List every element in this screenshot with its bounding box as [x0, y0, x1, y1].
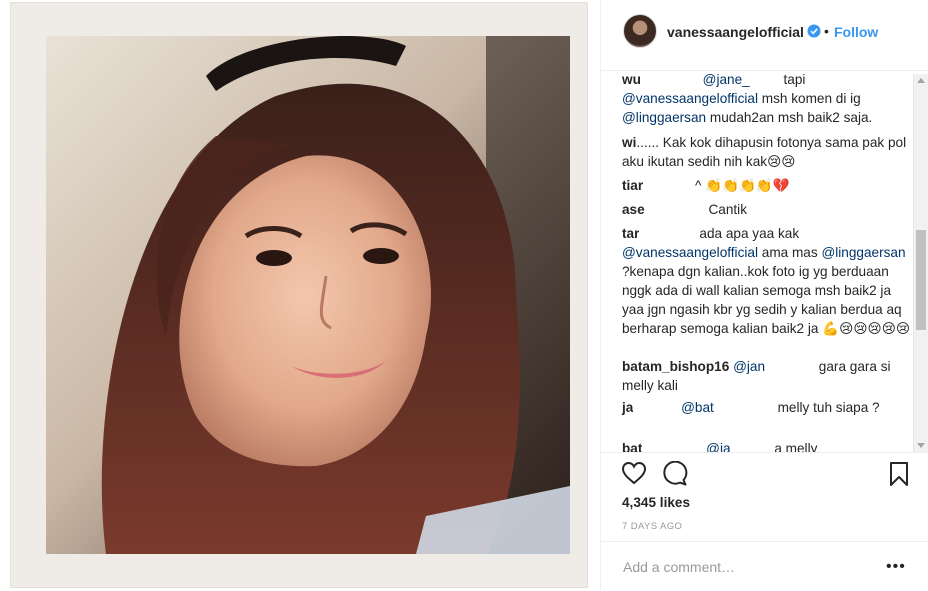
post-photo[interactable]: [46, 36, 570, 554]
post-sidebar: vanessaangelofficial • Follow wu @jane_ …: [601, 0, 928, 590]
comment-item: wu @jane_ tapi @vanessaangelofficial msh…: [622, 71, 912, 127]
comment-text: msh komen di ig: [757, 91, 861, 106]
comment-mention[interactable]: @ja: [706, 441, 730, 452]
comment-text: tapi: [779, 72, 806, 87]
comment-username[interactable]: ja: [622, 400, 633, 415]
comment-item: wi...... Kak kok dihapusin fotonya sama …: [622, 133, 912, 171]
post-timestamp[interactable]: 7 DAYS AGO: [622, 521, 682, 532]
comment-username[interactable]: bat: [622, 441, 642, 452]
avatar[interactable]: [623, 14, 657, 48]
comment-item: tiar ^ 👏👏👏👏💔: [622, 176, 912, 195]
comment-mention[interactable]: @linggaersan: [622, 110, 706, 125]
comments-scrollbar[interactable]: [913, 74, 928, 452]
scroll-down-arrow-icon[interactable]: [917, 443, 925, 448]
comment-item: batam_bishop16 @jan gara gara si melly k…: [622, 357, 912, 395]
scrollbar-thumb[interactable]: [916, 230, 926, 330]
post-actions: 4,345 likes 7 DAYS AGO: [601, 452, 928, 543]
follow-button[interactable]: Follow: [834, 24, 878, 40]
comment-text: a melly: [770, 441, 818, 452]
post-header: vanessaangelofficial • Follow: [601, 0, 928, 71]
comment-username[interactable]: ase: [622, 202, 645, 217]
polaroid-frame: [10, 2, 588, 588]
heart-icon[interactable]: [621, 461, 647, 485]
media-pane: [0, 0, 601, 590]
post-username[interactable]: vanessaangelofficial: [667, 24, 804, 40]
verified-badge-icon: [807, 24, 821, 38]
comment-mention[interactable]: @linggaersan: [821, 245, 905, 260]
comments-list[interactable]: wu @jane_ tapi @vanessaangelofficial msh…: [601, 71, 928, 452]
comment-mention[interactable]: @jan: [733, 359, 765, 374]
comment-mention[interactable]: @vanessaangelofficial: [622, 91, 758, 106]
comment-text: mudah2an msh baik2 saja.: [706, 110, 873, 125]
separator-dot: •: [824, 23, 829, 39]
comment-mention[interactable]: @bat: [681, 400, 714, 415]
comment-text: ?kenapa dgn kalian..kok foto ig yg berdu…: [622, 264, 911, 336]
scroll-up-arrow-icon[interactable]: [917, 78, 925, 83]
comment-icon[interactable]: [662, 461, 688, 486]
comment-text: ^ 👏👏👏👏💔: [694, 178, 790, 193]
likes-count[interactable]: 4,345 likes: [622, 495, 690, 510]
more-options-icon[interactable]: •••: [886, 558, 906, 576]
comment-text: ada apa yaa kak: [699, 226, 800, 241]
add-comment-bar: •••: [601, 541, 928, 591]
bookmark-icon[interactable]: [889, 461, 909, 487]
comment-mention[interactable]: @vanessaangelofficial: [622, 245, 758, 260]
comment-text: ...... Kak kok dihapusin fotonya sama pa…: [622, 135, 907, 169]
comment-username[interactable]: tiar: [622, 178, 643, 193]
comment-item: bat @ja a melly: [622, 439, 912, 452]
comment-username[interactable]: wi: [622, 135, 636, 150]
selfie-image: [46, 36, 570, 554]
comment-text: melly tuh siapa ?: [773, 400, 880, 415]
add-comment-input[interactable]: [621, 556, 875, 578]
comment-username[interactable]: wu: [622, 72, 641, 87]
comment-username[interactable]: batam_bishop16: [622, 359, 729, 374]
comment-item: ase Cantik: [622, 200, 912, 219]
comment-item: ja @bat melly tuh siapa ?: [622, 398, 912, 417]
comment-username[interactable]: tar: [622, 226, 639, 241]
comment-text: ama mas: [757, 245, 822, 260]
comment-text: Cantik: [708, 202, 747, 217]
comment-mention[interactable]: @jane_: [703, 72, 750, 87]
comment-item: tar ada apa yaa kak @vanessaangelofficial…: [622, 224, 912, 338]
